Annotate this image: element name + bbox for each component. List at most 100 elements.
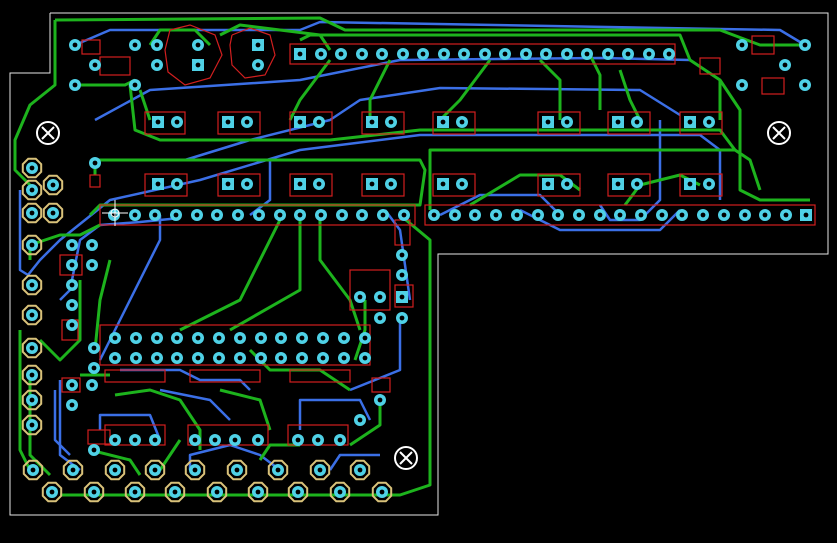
pad-hole bbox=[112, 355, 118, 361]
pad-hole bbox=[295, 489, 301, 495]
pad-hole bbox=[29, 282, 35, 288]
pad-hole bbox=[359, 51, 365, 57]
pcb-canvas[interactable] bbox=[0, 0, 837, 543]
pad-hole bbox=[278, 335, 284, 341]
pad-hole bbox=[369, 181, 375, 187]
pad-hole bbox=[112, 467, 118, 473]
pad-hole bbox=[49, 489, 55, 495]
pad-hole bbox=[91, 447, 97, 453]
pad-hole bbox=[440, 181, 446, 187]
pad-hole bbox=[687, 119, 693, 125]
pad-hole bbox=[155, 119, 161, 125]
pad-hole bbox=[721, 212, 727, 218]
pad-hole bbox=[244, 181, 250, 187]
pad-hole bbox=[543, 51, 549, 57]
pad-hole bbox=[357, 294, 363, 300]
pad-hole bbox=[762, 212, 768, 218]
pad-hole bbox=[399, 252, 405, 258]
pad-hole bbox=[132, 489, 138, 495]
pad-hole bbox=[545, 119, 551, 125]
pad-hole bbox=[69, 402, 75, 408]
pad-hole bbox=[687, 181, 693, 187]
pad-hole bbox=[338, 51, 344, 57]
pad-hole bbox=[255, 489, 261, 495]
pad-hole bbox=[615, 181, 621, 187]
pad-hole bbox=[195, 42, 201, 48]
pad-hole bbox=[195, 335, 201, 341]
pad-hole bbox=[700, 212, 706, 218]
pad-hole bbox=[132, 212, 138, 218]
pad-hole bbox=[545, 181, 551, 187]
pad-hole bbox=[782, 62, 788, 68]
pad-hole bbox=[459, 181, 465, 187]
pad-hole bbox=[69, 322, 75, 328]
pad-hole bbox=[299, 355, 305, 361]
pad-hole bbox=[739, 42, 745, 48]
pad-hole bbox=[237, 355, 243, 361]
pad-hole bbox=[255, 437, 261, 443]
pad-hole bbox=[195, 355, 201, 361]
pad-hole bbox=[152, 437, 158, 443]
pad-hole bbox=[174, 355, 180, 361]
pad-hole bbox=[277, 212, 283, 218]
pad-hole bbox=[133, 355, 139, 361]
pad-hole bbox=[216, 335, 222, 341]
pad-hole bbox=[194, 212, 200, 218]
pad-hole bbox=[70, 467, 76, 473]
pad-hole bbox=[461, 51, 467, 57]
pad-hole bbox=[297, 212, 303, 218]
pad-hole bbox=[258, 335, 264, 341]
pad-hole bbox=[514, 212, 520, 218]
pad-hole bbox=[29, 312, 35, 318]
pad-hole bbox=[29, 165, 35, 171]
pad-hole bbox=[69, 302, 75, 308]
pad-hole bbox=[154, 42, 160, 48]
pad-hole bbox=[132, 82, 138, 88]
pad-hole bbox=[400, 51, 406, 57]
pad-hole bbox=[212, 437, 218, 443]
pad-hole bbox=[29, 187, 35, 193]
pad-hole bbox=[341, 335, 347, 341]
pad-hole bbox=[174, 335, 180, 341]
pad-hole bbox=[380, 212, 386, 218]
pad-hole bbox=[564, 51, 570, 57]
pad-hole bbox=[638, 212, 644, 218]
pad-hole bbox=[803, 212, 809, 218]
pad-hole bbox=[299, 335, 305, 341]
pad-hole bbox=[152, 212, 158, 218]
pad-hole bbox=[646, 51, 652, 57]
pad-hole bbox=[195, 62, 201, 68]
pad-hole bbox=[482, 51, 488, 57]
pad-hole bbox=[666, 51, 672, 57]
pad-hole bbox=[802, 82, 808, 88]
pad-hole bbox=[362, 355, 368, 361]
pad-hole bbox=[399, 272, 405, 278]
pad-hole bbox=[339, 212, 345, 218]
pad-hole bbox=[659, 212, 665, 218]
pad-hole bbox=[597, 212, 603, 218]
pad-hole bbox=[379, 51, 385, 57]
pad-hole bbox=[320, 355, 326, 361]
pad-hole bbox=[89, 382, 95, 388]
pad-hole bbox=[214, 489, 220, 495]
pad-hole bbox=[132, 437, 138, 443]
pad-hole bbox=[72, 82, 78, 88]
pad-hole bbox=[634, 181, 640, 187]
pad-hole bbox=[29, 345, 35, 351]
pad-hole bbox=[225, 181, 231, 187]
pad-hole bbox=[369, 119, 375, 125]
pad-hole bbox=[30, 467, 36, 473]
pad-hole bbox=[112, 437, 118, 443]
pad-hole bbox=[89, 262, 95, 268]
pad-hole bbox=[523, 51, 529, 57]
pad-hole bbox=[379, 489, 385, 495]
pad-hole bbox=[706, 119, 712, 125]
pad-hole bbox=[172, 489, 178, 495]
pad-hole bbox=[399, 315, 405, 321]
pad-hole bbox=[295, 437, 301, 443]
pad-hole bbox=[337, 437, 343, 443]
pad-hole bbox=[275, 467, 281, 473]
pad-hole bbox=[584, 51, 590, 57]
pad-hole bbox=[69, 282, 75, 288]
pad-hole bbox=[192, 467, 198, 473]
